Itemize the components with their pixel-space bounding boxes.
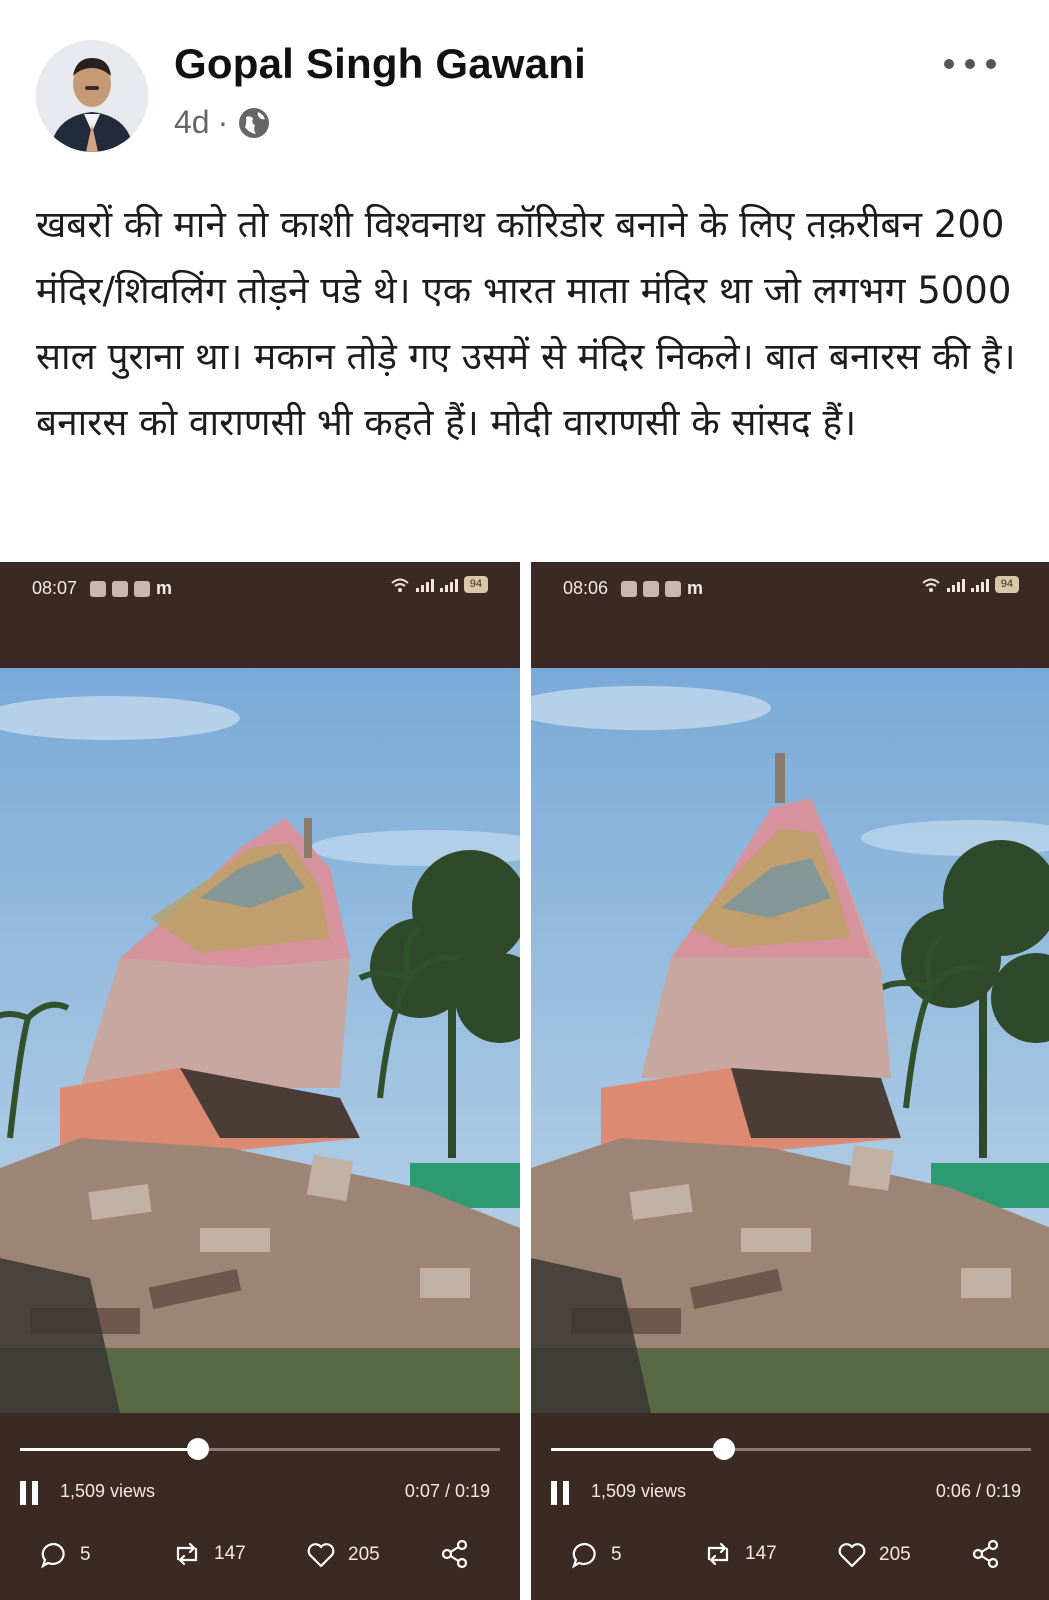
video-controls: 1,509 views 0:07 / 0:19 5 147 205 xyxy=(0,1413,520,1600)
signal-icon xyxy=(439,578,458,592)
more-options-button[interactable] xyxy=(944,56,996,72)
avatar[interactable] xyxy=(36,40,148,152)
meta-separator: · xyxy=(217,104,229,140)
battery-icon: 94 xyxy=(994,576,1019,593)
seek-bar[interactable] xyxy=(20,1438,500,1460)
status-bar: 08:06 m 94 xyxy=(531,562,1049,612)
signal-icon xyxy=(415,578,434,592)
seek-knob[interactable] xyxy=(712,1438,735,1460)
comment-button[interactable]: 5 xyxy=(40,1541,91,1569)
comment-icon xyxy=(572,1542,596,1569)
app-notification-icon xyxy=(90,580,106,597)
image-divider xyxy=(520,562,531,1600)
status-time: 08:06 xyxy=(563,578,609,598)
like-count: 205 xyxy=(879,1544,911,1565)
video-frame[interactable] xyxy=(0,668,520,1413)
comment-count: 5 xyxy=(80,1544,91,1565)
temple-demolition-image xyxy=(0,668,520,1413)
pause-icon[interactable] xyxy=(549,1479,571,1507)
globe-icon[interactable] xyxy=(236,105,272,141)
comment-icon xyxy=(41,1542,65,1569)
comment-button[interactable]: 5 xyxy=(571,1541,622,1569)
notification-icons: m xyxy=(90,578,172,599)
app-notification-icon xyxy=(665,580,681,597)
more-dot xyxy=(986,59,996,69)
status-right: 94 xyxy=(921,576,1019,593)
avatar-photo xyxy=(36,40,148,152)
heart-icon xyxy=(838,1543,866,1568)
like-button[interactable]: 205 xyxy=(306,1541,380,1569)
status-m: m xyxy=(156,578,173,598)
notification-icons: m xyxy=(621,578,703,599)
status-m: m xyxy=(687,578,704,598)
battery-icon: 94 xyxy=(463,576,488,593)
wifi-icon xyxy=(391,578,409,592)
video-time: 0:07 / 0:19 xyxy=(404,1481,490,1501)
app-notification-icon xyxy=(112,580,128,597)
repost-icon xyxy=(176,1542,198,1566)
post-meta: 4d · xyxy=(174,104,272,141)
pause-icon[interactable] xyxy=(18,1479,40,1507)
repost-count: 147 xyxy=(214,1543,246,1564)
video-time: 0:06 / 0:19 xyxy=(935,1481,1021,1501)
repost-button[interactable]: 147 xyxy=(172,1541,246,1567)
signal-icon xyxy=(946,578,965,592)
app-notification-icon xyxy=(643,580,659,597)
like-count: 205 xyxy=(348,1544,380,1565)
like-button[interactable]: 205 xyxy=(837,1541,911,1569)
view-count: 1,509 views xyxy=(591,1481,687,1501)
more-dot xyxy=(965,59,975,69)
author-name[interactable]: Gopal Singh Gawani xyxy=(174,40,586,88)
signal-icon xyxy=(970,578,989,592)
repost-button[interactable]: 147 xyxy=(703,1541,777,1567)
video-screenshot-right[interactable]: 08:06 m 94 1,509 views 0:06 / 0:19 5 147… xyxy=(531,562,1049,1600)
post-text: खबरों की माने तो काशी विश्वनाथ कॉरिडोर ब… xyxy=(36,203,1016,444)
post-header: Gopal Singh Gawani 4d · xyxy=(0,0,1049,175)
seek-knob[interactable] xyxy=(186,1438,209,1460)
status-time: 08:07 xyxy=(32,578,78,598)
seek-progress xyxy=(551,1448,724,1451)
temple-demolition-image xyxy=(531,668,1049,1413)
heart-icon xyxy=(307,1543,335,1568)
repost-icon xyxy=(707,1542,729,1566)
comment-count: 5 xyxy=(611,1544,622,1565)
app-notification-icon xyxy=(134,580,150,597)
video-screenshot-left[interactable]: 08:07 m 94 1,509 views 0:07 / 0:19 5 147… xyxy=(0,562,520,1600)
repost-count: 147 xyxy=(745,1543,777,1564)
wifi-icon xyxy=(922,578,940,592)
status-bar: 08:07 m 94 xyxy=(0,562,520,612)
view-count: 1,509 views xyxy=(60,1481,156,1501)
video-controls: 1,509 views 0:06 / 0:19 5 147 205 xyxy=(531,1413,1049,1600)
seek-bar[interactable] xyxy=(551,1438,1031,1460)
video-frame[interactable] xyxy=(531,668,1049,1413)
seek-progress xyxy=(20,1448,198,1451)
share-icon[interactable] xyxy=(440,1539,470,1569)
app-notification-icon xyxy=(621,580,637,597)
more-dots-icon xyxy=(944,59,954,69)
status-right: 94 xyxy=(390,576,488,593)
share-icon[interactable] xyxy=(971,1539,1001,1569)
post-age: 4d xyxy=(174,104,210,140)
